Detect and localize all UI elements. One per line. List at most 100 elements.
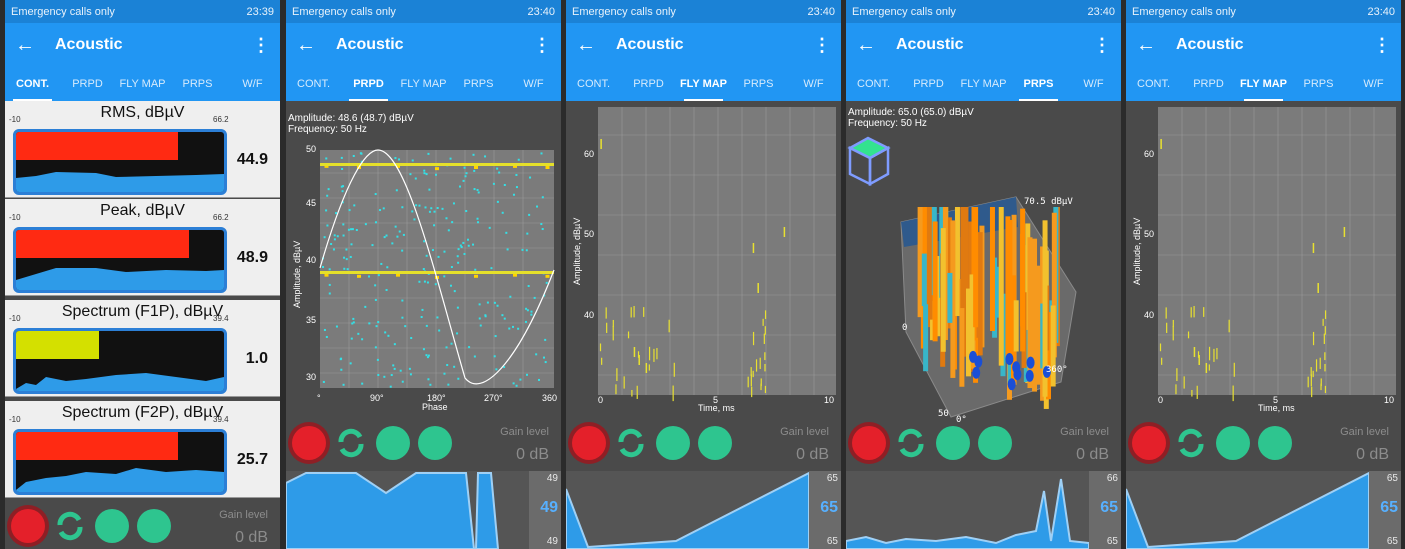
trend-max: 65 <box>1386 473 1398 484</box>
gain-up-button[interactable] <box>137 509 171 543</box>
frequency-readout: Frequency: 50 Hz <box>848 118 927 129</box>
trend-panel: 66 65 65 <box>846 471 1121 549</box>
x-axis-label: Phase <box>422 402 448 412</box>
tab-prps[interactable]: PRPS <box>1011 67 1066 101</box>
status-carrier: Emergency calls only <box>852 5 956 18</box>
prpd-dot <box>374 284 377 287</box>
prpd-dot <box>458 185 461 188</box>
tab-prpd[interactable]: PRPD <box>621 67 676 101</box>
more-vert-icon[interactable]: ⋮ <box>533 35 551 56</box>
prpd-dot <box>409 373 412 376</box>
tab-wf[interactable]: W/F <box>506 67 561 101</box>
trend-panel: 65 65 65 <box>566 471 841 549</box>
flymap-point <box>1197 351 1200 358</box>
refresh-button[interactable] <box>53 509 87 543</box>
flymap-point <box>783 227 786 237</box>
prpd-dot <box>364 305 367 308</box>
tab-prpd[interactable]: PRPD <box>60 67 115 101</box>
tab-fly-map[interactable]: FLY MAP <box>676 67 731 101</box>
flymap-point <box>1320 383 1322 391</box>
prpd-dot <box>486 301 489 304</box>
refresh-button[interactable] <box>894 426 928 460</box>
flymap-point <box>601 357 603 365</box>
arrow-left-icon[interactable]: ← <box>1136 34 1170 57</box>
prpd-dot <box>526 309 529 312</box>
prpd-dot <box>484 155 487 158</box>
tab-prpd[interactable]: PRPD <box>341 67 396 101</box>
arrow-left-icon[interactable]: ← <box>296 34 330 57</box>
more-vert-icon[interactable]: ⋮ <box>252 35 270 56</box>
prpd-dot <box>515 186 518 189</box>
arrow-left-icon[interactable]: ← <box>15 34 49 57</box>
gain-up-button[interactable] <box>698 426 732 460</box>
refresh-icon <box>1178 428 1204 458</box>
tab-cont[interactable]: CONT. <box>1126 67 1181 101</box>
tab-wf[interactable]: W/F <box>1066 67 1121 101</box>
prpd-dot <box>464 175 467 178</box>
prpd-dot <box>355 229 358 232</box>
gain-down-button[interactable] <box>656 426 690 460</box>
tab-wf[interactable]: W/F <box>225 67 280 101</box>
more-vert-icon[interactable]: ⋮ <box>813 35 831 56</box>
tab-wf[interactable]: W/F <box>786 67 841 101</box>
prpd-dot <box>509 295 512 298</box>
tab-prps[interactable]: PRPS <box>170 67 225 101</box>
gain-down-button[interactable] <box>1216 426 1250 460</box>
record-button[interactable] <box>292 426 326 460</box>
gain-down-button[interactable] <box>936 426 970 460</box>
prpd-dot <box>524 320 527 323</box>
tab-prps[interactable]: PRPS <box>731 67 786 101</box>
tab-cont[interactable]: CONT. <box>5 67 60 101</box>
arrow-left-icon[interactable]: ← <box>576 34 610 57</box>
arrow-left-icon[interactable]: ← <box>856 34 890 57</box>
refresh-button[interactable] <box>614 426 648 460</box>
prpd-dot <box>512 193 515 196</box>
prpd-dot <box>360 152 363 155</box>
tab-fly-map[interactable]: FLY MAP <box>115 67 170 101</box>
gain-down-button[interactable] <box>95 509 129 543</box>
prps-bar <box>921 253 927 307</box>
prpd-dot <box>352 317 355 320</box>
tab-fly-map[interactable]: FLY MAP <box>956 67 1011 101</box>
refresh-button[interactable] <box>1174 426 1208 460</box>
prpd-dot <box>477 191 480 194</box>
gain-up-button[interactable] <box>1258 426 1292 460</box>
tab-fly-map[interactable]: FLY MAP <box>1236 67 1291 101</box>
tab-wf[interactable]: W/F <box>1346 67 1401 101</box>
trend-max: 49 <box>546 473 558 484</box>
gain-up-button[interactable] <box>418 426 452 460</box>
gain-down-button[interactable] <box>376 426 410 460</box>
tab-prps[interactable]: PRPS <box>1291 67 1346 101</box>
tab-prpd[interactable]: PRPD <box>901 67 956 101</box>
more-vert-icon[interactable]: ⋮ <box>1093 35 1111 56</box>
record-button[interactable] <box>1132 426 1166 460</box>
flymap-point <box>762 318 764 326</box>
tab-fly-map[interactable]: FLY MAP <box>396 67 451 101</box>
gain-up-button[interactable] <box>978 426 1012 460</box>
prpd-dot <box>425 173 428 176</box>
prpd-dot <box>401 206 404 209</box>
prpd-dot <box>545 281 548 284</box>
prpd-dot <box>418 204 421 207</box>
flymap-point <box>1233 362 1235 377</box>
tab-cont[interactable]: CONT. <box>566 67 621 101</box>
prpd-dot <box>506 248 509 251</box>
prpd-dot <box>457 248 460 251</box>
record-button[interactable] <box>11 509 45 543</box>
flymap-point <box>1322 318 1324 326</box>
prpd-upper-band <box>320 163 554 166</box>
record-button[interactable] <box>572 426 606 460</box>
prps-bar <box>960 207 966 309</box>
flymap-point <box>764 326 766 335</box>
tab-cont[interactable]: CONT. <box>846 67 901 101</box>
more-vert-icon[interactable]: ⋮ <box>1373 35 1391 56</box>
tab-cont[interactable]: CONT. <box>286 67 341 101</box>
prpd-dot <box>434 283 437 286</box>
peak-card: Peak, dBµV -10 66.2 48.9 <box>5 199 280 296</box>
prps-base-marker <box>1025 369 1034 382</box>
record-button[interactable] <box>852 426 886 460</box>
tab-prps[interactable]: PRPS <box>451 67 506 101</box>
tab-prpd[interactable]: PRPD <box>1181 67 1236 101</box>
refresh-button[interactable] <box>334 426 368 460</box>
prpd-dot <box>414 177 417 180</box>
